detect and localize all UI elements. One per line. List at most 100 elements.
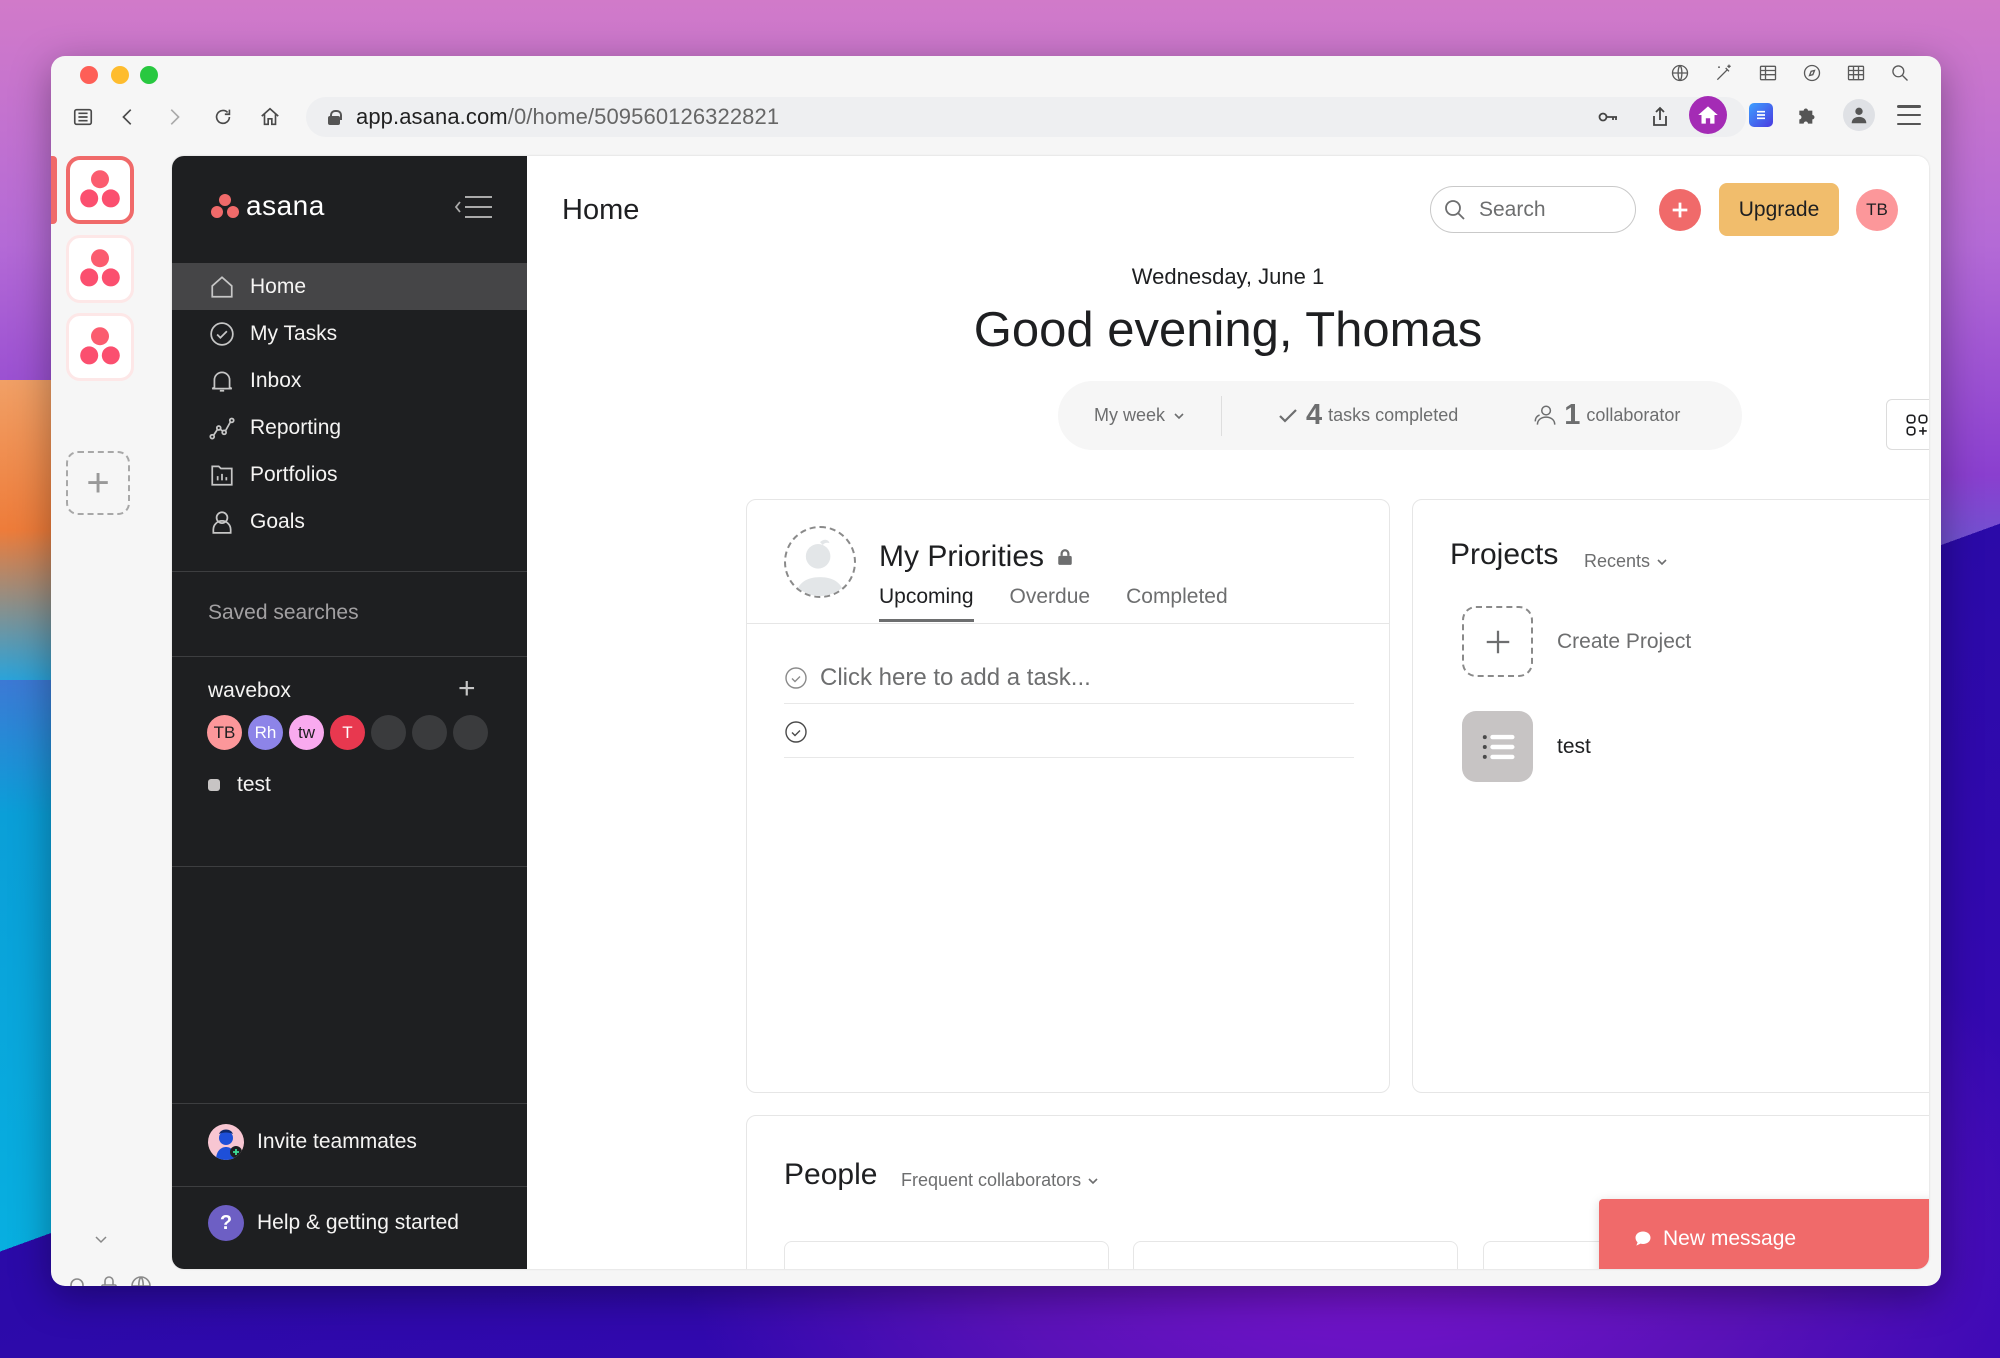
sidebar-project-item[interactable]: test (208, 773, 271, 797)
minimize-window-button[interactable] (111, 66, 129, 84)
sidebar-item-home[interactable]: Home (172, 263, 527, 310)
lock-icon[interactable] (97, 1274, 123, 1286)
new-message-bar[interactable]: New message (1599, 1199, 1929, 1269)
check-circle-icon[interactable] (784, 720, 808, 744)
asana-logo-icon (80, 249, 120, 287)
sidebar-divider (172, 571, 527, 572)
compass-icon[interactable] (1801, 62, 1823, 84)
rail-app-asana-2[interactable] (66, 235, 134, 303)
sidebar-item-inbox[interactable]: Inbox (172, 357, 527, 404)
tab-overdue[interactable]: Overdue (1010, 585, 1091, 622)
url-text[interactable]: app.asana.com/0/home/509560126322821 (356, 104, 779, 130)
member-avatar[interactable]: T (330, 715, 365, 750)
table-icon[interactable] (1757, 62, 1779, 84)
asana-logo-icon (211, 194, 239, 218)
wavebox-home-icon[interactable] (1689, 96, 1727, 134)
member-avatar-placeholder[interactable] (453, 715, 488, 750)
search-input[interactable]: Search (1430, 186, 1636, 233)
home-icon[interactable] (257, 104, 283, 130)
sidebar-item-my-tasks[interactable]: My Tasks (172, 310, 527, 357)
project-color-dot (208, 779, 220, 791)
period-dropdown[interactable]: My week (1094, 405, 1185, 426)
profile-icon[interactable] (1843, 99, 1875, 131)
magic-wand-icon[interactable] (1713, 62, 1735, 84)
share-icon[interactable] (1648, 105, 1672, 129)
asana-logo-icon (80, 170, 120, 208)
person-card[interactable] (784, 1241, 1109, 1269)
help-button[interactable]: ? Help & getting started (208, 1205, 459, 1241)
key-icon[interactable] (1596, 105, 1620, 129)
people-title: People (784, 1158, 878, 1191)
projects-widget: Projects Recents Create Project test (1412, 499, 1929, 1093)
lock-icon (328, 109, 342, 125)
zoom-window-button[interactable] (140, 66, 158, 84)
upgrade-button[interactable]: Upgrade (1719, 183, 1839, 236)
rail-app-asana-1[interactable] (66, 156, 134, 224)
puzzle-icon[interactable] (1795, 102, 1821, 128)
forward-icon[interactable] (161, 104, 187, 130)
folder-chart-icon (211, 464, 233, 486)
customize-button[interactable]: Customize (1886, 399, 1929, 450)
sidebar-item-portfolios[interactable]: Portfolios (172, 451, 527, 498)
quick-add-button[interactable] (1659, 189, 1701, 231)
member-avatar-placeholder[interactable] (371, 715, 406, 750)
grid-icon[interactable] (1845, 62, 1867, 84)
bell-icon (211, 371, 233, 392)
task-row[interactable] (784, 706, 1354, 758)
my-priorities-widget: My Priorities Upcoming Overdue Completed… (746, 499, 1390, 1093)
project-name[interactable]: test (1557, 735, 1591, 759)
people-filter-dropdown[interactable]: Frequent collaborators (901, 1170, 1099, 1191)
collapse-sidebar-icon[interactable] (454, 194, 494, 220)
sidebar-item-reporting[interactable]: Reporting (172, 404, 527, 451)
member-avatar[interactable]: TB (207, 715, 242, 750)
member-avatar[interactable]: Rh (248, 715, 283, 750)
create-project-button[interactable] (1462, 606, 1533, 677)
member-avatar-placeholder[interactable] (412, 715, 447, 750)
main-content: Home Search Upgrade TB Wednesday, June 1… (527, 156, 1929, 1269)
menu-icon[interactable] (1897, 105, 1921, 125)
tab-completed[interactable]: Completed (1126, 585, 1228, 622)
person-card[interactable] (1133, 1241, 1458, 1269)
asana-app: asana Home My Tasks Inbox Reporting Port… (172, 156, 1929, 1269)
invite-teammates-button[interactable]: Invite teammates (208, 1124, 417, 1160)
tab-upcoming[interactable]: Upcoming (879, 585, 974, 622)
project-tile[interactable] (1462, 711, 1533, 782)
rail-app-asana-3[interactable] (66, 313, 134, 381)
home-icon (211, 275, 233, 298)
extension-tray (1689, 96, 1921, 134)
bell-icon[interactable] (65, 1274, 91, 1286)
sidebar-divider (172, 1103, 527, 1104)
add-task-row[interactable]: Click here to add a task... (784, 652, 1354, 704)
asana-logo[interactable]: asana (210, 190, 325, 222)
sidebar-item-goals[interactable]: Goals (172, 498, 527, 545)
tasks-completed-stat: 4 tasks completed (1276, 399, 1458, 432)
reload-icon[interactable] (210, 104, 236, 130)
people-icon (1534, 404, 1556, 425)
page-title: Home (562, 194, 640, 226)
app-rail: + (51, 156, 171, 1286)
check-circle-icon (785, 666, 807, 689)
create-project-label[interactable]: Create Project (1557, 630, 1691, 654)
chevron-down-icon[interactable] (93, 1231, 109, 1247)
team-name[interactable]: wavebox (208, 679, 291, 703)
globe-icon[interactable] (1669, 62, 1691, 84)
chat-bubble-icon (1635, 1231, 1651, 1246)
search-icon (1445, 199, 1465, 220)
docs-extension-icon[interactable] (1749, 103, 1773, 127)
globe-icon[interactable] (129, 1274, 155, 1286)
avatar-placeholder-icon[interactable] (784, 526, 856, 598)
close-window-button[interactable] (80, 66, 98, 84)
user-avatar[interactable]: TB (1856, 189, 1898, 231)
saved-searches-heading[interactable]: Saved searches (208, 601, 359, 625)
browser-window: app.asana.com/0/home/509560126322821 + a… (51, 56, 1941, 1286)
stats-divider (1221, 395, 1223, 436)
projects-filter-dropdown[interactable]: Recents (1584, 551, 1668, 572)
add-project-button[interactable]: + (458, 672, 476, 706)
add-app-button[interactable]: + (66, 451, 130, 515)
sidebar-icon[interactable] (70, 104, 96, 130)
search-icon[interactable] (1889, 62, 1911, 84)
collaborators-stat: 1 collaborator (1532, 399, 1680, 432)
member-avatar[interactable]: tw (289, 715, 324, 750)
address-bar[interactable]: app.asana.com/0/home/509560126322821 (306, 97, 1746, 137)
back-icon[interactable] (115, 104, 141, 130)
